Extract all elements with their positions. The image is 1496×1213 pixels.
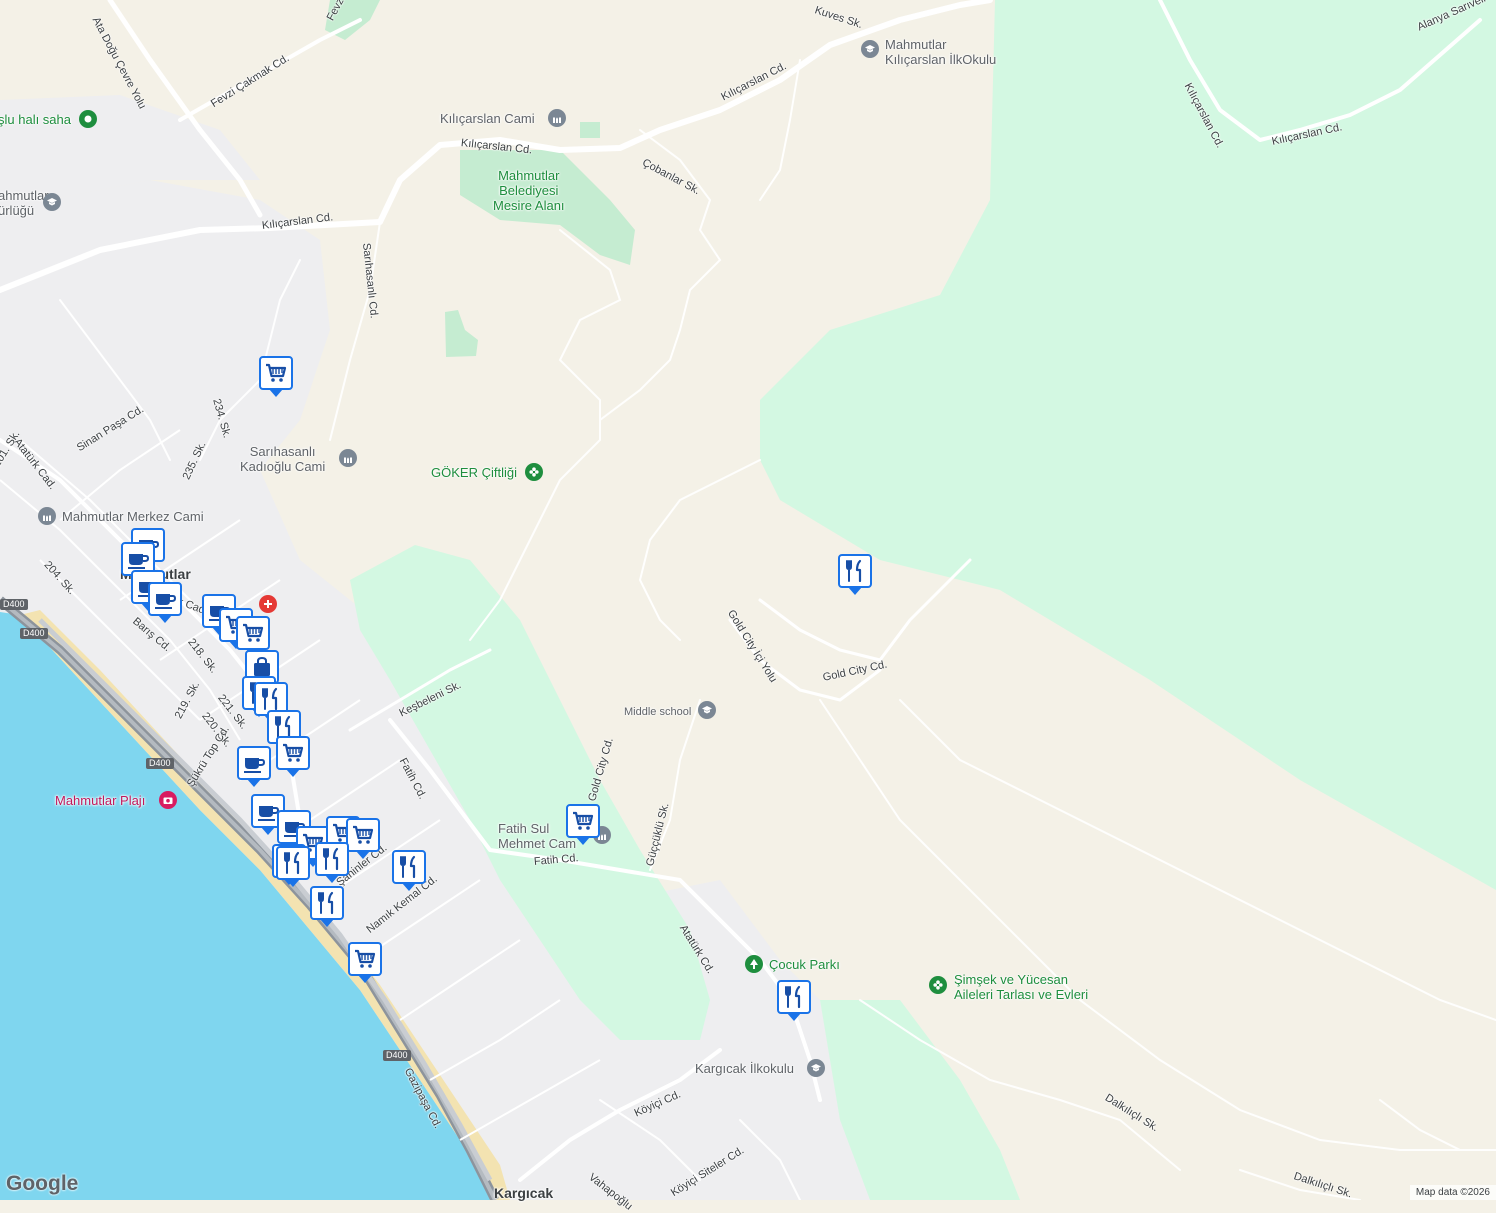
restaurant-marker[interactable] <box>392 850 426 891</box>
school-icon[interactable] <box>43 193 61 211</box>
sports-icon[interactable] <box>79 110 97 128</box>
mosque-icon[interactable] <box>548 109 566 127</box>
school-icon[interactable] <box>861 40 879 58</box>
park-icon[interactable] <box>745 955 763 973</box>
flower-icon[interactable] <box>525 463 543 481</box>
shopping-cart-icon <box>570 808 596 834</box>
highway-shield-d400: D400 <box>20 628 48 639</box>
restaurant-marker[interactable] <box>315 842 349 883</box>
restaurant-marker[interactable] <box>310 886 344 927</box>
shopping-cart-marker[interactable] <box>346 818 380 859</box>
coffee-marker[interactable] <box>148 582 182 623</box>
coffee-icon <box>152 586 178 612</box>
restaurant-icon <box>842 558 868 584</box>
restaurant-icon <box>781 984 807 1010</box>
restaurant-marker[interactable] <box>838 554 872 595</box>
coffee-marker[interactable] <box>237 746 271 787</box>
mosque-icon[interactable] <box>38 507 56 525</box>
shopping-cart-marker[interactable] <box>566 804 600 845</box>
shopping-cart-marker[interactable] <box>348 942 382 983</box>
shopping-cart-marker[interactable] <box>259 356 293 397</box>
map-attribution[interactable]: Map data ©2026 <box>1409 1185 1496 1200</box>
google-logo: Google <box>6 1172 79 1195</box>
school-icon[interactable] <box>698 701 716 719</box>
camera-icon[interactable] <box>159 791 177 809</box>
highway-shield-d400: D400 <box>0 599 28 610</box>
shopping-cart-icon <box>240 620 266 646</box>
coffee-icon <box>241 750 267 776</box>
restaurant-icon <box>319 846 345 872</box>
mosque-icon[interactable] <box>339 449 357 467</box>
shopping-cart-icon <box>350 822 376 848</box>
restaurant-icon <box>314 890 340 916</box>
coffee-icon <box>125 546 151 572</box>
shopping-cart-marker[interactable] <box>276 736 310 777</box>
restaurant-icon <box>258 686 284 712</box>
restaurant-marker[interactable] <box>276 846 310 887</box>
shopping-cart-icon <box>280 740 306 766</box>
restaurant-icon <box>280 850 306 876</box>
highway-shield-d400: D400 <box>383 1050 411 1061</box>
school-icon[interactable] <box>807 1059 825 1077</box>
restaurant-marker[interactable] <box>777 980 811 1021</box>
flower-icon[interactable] <box>929 976 947 994</box>
shopping-cart-icon <box>352 946 378 972</box>
shopping-cart-icon <box>263 360 289 386</box>
hospital-icon[interactable] <box>259 595 277 613</box>
small-park-2 <box>580 122 600 138</box>
shopping-cart-marker[interactable] <box>236 616 270 657</box>
restaurant-icon <box>396 854 422 880</box>
highway-shield-d400: D400 <box>146 758 174 769</box>
